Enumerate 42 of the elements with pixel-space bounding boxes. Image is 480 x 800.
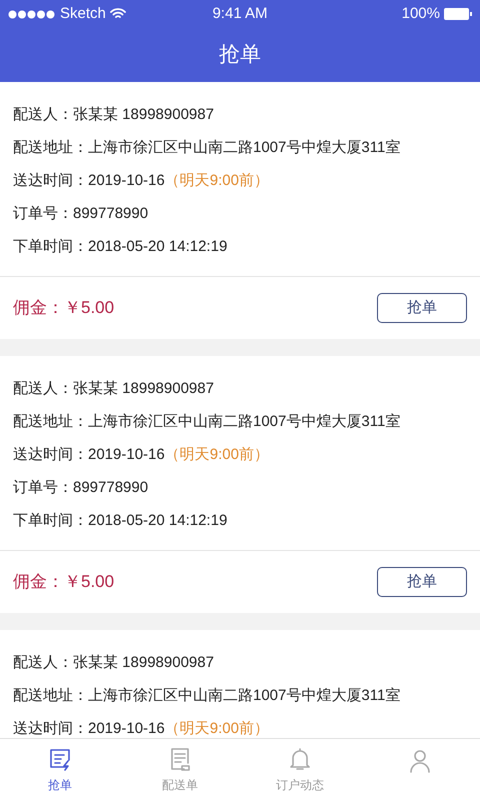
status-time: 9:41 AM [212, 4, 268, 24]
delivery-note: （明天9:00前） [164, 445, 269, 466]
commission-label: 佣金： [13, 297, 64, 320]
field-label: 下单时间： [13, 511, 88, 532]
field-value: 上海市徐汇区中山南二路1007号中煌大厦311室 [88, 412, 400, 432]
grab-order-button[interactable]: 抢单 [377, 567, 467, 597]
field-value: 2019-10-16 [88, 445, 165, 466]
delivery-note: （明天9:00前） [164, 171, 269, 192]
grab-order-button[interactable]: 抢单 [377, 293, 467, 323]
field-label: 送达时间： [13, 445, 88, 466]
field-label: 订单号： [13, 204, 73, 224]
field-label: 配送人： [13, 105, 73, 126]
field-value: 2019-10-16 [88, 719, 165, 738]
field-label: 配送地址： [13, 412, 88, 432]
tab-item[interactable]: 配送单 [120, 739, 240, 800]
field-label: 配送地址： [13, 686, 88, 706]
field-value: 上海市徐汇区中山南二路1007号中煌大厦311室 [88, 138, 400, 158]
field-value: 2018-05-20 14:12:19 [88, 237, 228, 258]
field-value: 张某某 18998900987 [73, 105, 214, 126]
commission-amount: ￥5.00 [64, 297, 114, 320]
page-title: 抢单 [219, 42, 261, 68]
commission-amount: ￥5.00 [64, 571, 114, 594]
field-value: 2018-05-20 14:12:19 [88, 511, 228, 532]
field-label: 下单时间： [13, 237, 88, 258]
delivery-note: （明天9:00前） [164, 719, 269, 738]
tab-item[interactable]: 抢单 [0, 739, 120, 800]
field-value: 上海市徐汇区中山南二路1007号中煌大厦311室 [88, 686, 400, 706]
tab-item[interactable]: 订户动态 [240, 739, 360, 800]
field-label: 配送人： [13, 653, 73, 674]
field-value: 张某某 18998900987 [73, 379, 214, 400]
field-label: 订单号： [13, 478, 73, 498]
field-label: 配送地址： [13, 138, 88, 158]
field-label: 送达时间： [13, 719, 88, 738]
field-label: 配送人： [13, 379, 73, 400]
field-value: 2019-10-16 [88, 171, 165, 192]
commission-label: 佣金： [13, 571, 64, 594]
battery-percent: 100% [402, 4, 440, 24]
field-value: 899778990 [73, 478, 148, 498]
field-value: 张某某 18998900987 [73, 653, 214, 674]
field-label: 送达时间： [13, 171, 88, 192]
carrier-name: Sketch [60, 4, 106, 24]
field-value: 899778990 [73, 204, 148, 224]
